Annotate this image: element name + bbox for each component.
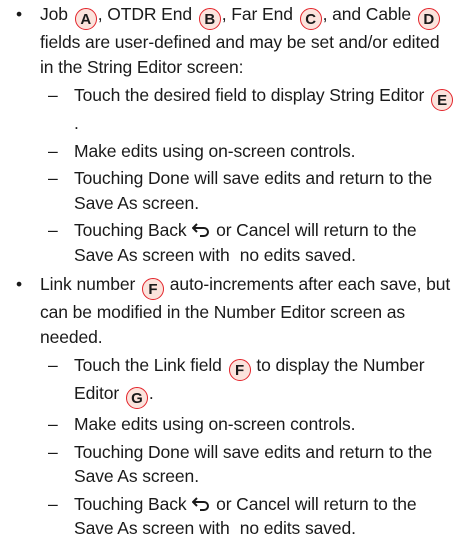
dash: – <box>48 220 58 240</box>
sub-item: – Touch the desired field to display Str… <box>40 83 455 136</box>
document-page: • Job A, OTDR End B, Far End C, and Cabl… <box>0 0 461 538</box>
callout-e: E <box>431 89 454 111</box>
dash: – <box>48 140 58 161</box>
callout-f: F <box>141 278 164 300</box>
back-arrow-icon <box>192 496 210 511</box>
bullet-text: Link number F auto-increments after each… <box>40 274 451 347</box>
bullet-item: • Link number F auto-increments after ea… <box>12 272 455 541</box>
sub-item: – Touch the Link field F to display the … <box>48 355 425 409</box>
bullet-text: Job A, OTDR End B, Far End C, and Cable … <box>40 4 440 77</box>
callout-f: F <box>228 359 251 381</box>
sub-item: – Touching Back or Cancel will return to… <box>48 493 417 539</box>
sub-list: – Touch the Link field F to display the … <box>40 353 455 541</box>
dash: – <box>48 85 58 105</box>
sub-item: – Touching Done will save edits and retu… <box>48 168 433 213</box>
sub-item: – Make edits using on-screen controls. <box>40 412 455 437</box>
callout-c: C <box>299 8 322 30</box>
dash: – <box>48 441 58 462</box>
sub-list: – Touch the desired field to display Str… <box>40 83 455 267</box>
sub-item: – Touching Done will save edits and retu… <box>48 441 433 487</box>
callout-a: A <box>74 8 97 30</box>
dash: – <box>48 493 58 514</box>
bullet-item: • Job A, OTDR End B, Far End C, and Cabl… <box>12 2 455 267</box>
dash: – <box>48 414 58 434</box>
sub-item: – Touching Back or Cancel will return to… <box>48 220 417 265</box>
back-arrow-icon <box>192 223 210 237</box>
bullet-dot: • <box>16 4 23 24</box>
dash: – <box>48 168 58 188</box>
callout-g: G <box>125 387 148 409</box>
callout-b: B <box>198 8 221 30</box>
dash: – <box>48 355 58 375</box>
sub-item: – Make edits using on-screen controls. <box>40 139 455 164</box>
bullet-dot: • <box>16 274 23 294</box>
callout-d: D <box>417 8 440 30</box>
